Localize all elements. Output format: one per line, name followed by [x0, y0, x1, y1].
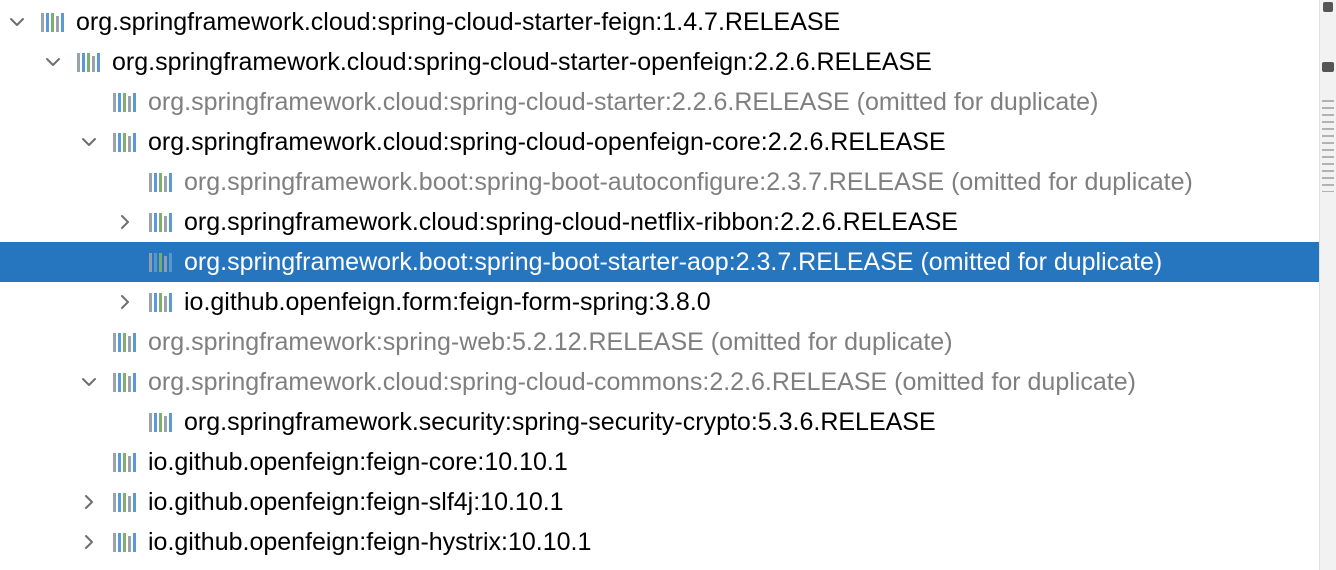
tree-node-label: org.springframework.cloud:spring-cloud-o…: [148, 128, 946, 156]
library-icon: [40, 11, 68, 33]
library-icon: [112, 531, 140, 553]
library-icon: [112, 491, 140, 513]
tree-node-label: org.springframework.boot:spring-boot-aut…: [184, 168, 1193, 196]
tree-node-label: org.springframework:spring-web:5.2.12.RE…: [148, 328, 953, 356]
tree-node[interactable]: io.github.openfeign:feign-core:10.10.1: [0, 442, 1320, 482]
chevron-right-icon[interactable]: [78, 531, 100, 553]
tool-window-icon[interactable]: [1322, 62, 1334, 72]
tree-node[interactable]: org.springframework.cloud:spring-cloud-s…: [0, 42, 1320, 82]
tree-node[interactable]: org.springframework.boot:spring-boot-sta…: [0, 242, 1320, 282]
tree-node-label: org.springframework.cloud:spring-cloud-c…: [148, 368, 1136, 396]
dependency-tree[interactable]: org.springframework.cloud:spring-cloud-s…: [0, 0, 1320, 570]
tree-node[interactable]: org.springframework.cloud:spring-cloud-o…: [0, 122, 1320, 162]
tree-node[interactable]: org.springframework.cloud:spring-cloud-s…: [0, 82, 1320, 122]
tree-node-label: io.github.openfeign:feign-hystrix:10.10.…: [148, 528, 592, 556]
tool-window-icon[interactable]: [1323, 2, 1333, 12]
tree-node-label: io.github.openfeign:feign-core:10.10.1: [148, 448, 568, 476]
library-icon: [112, 371, 140, 393]
library-icon: [148, 291, 176, 313]
tree-node[interactable]: org.springframework.cloud:spring-cloud-n…: [0, 202, 1320, 242]
library-icon: [112, 451, 140, 473]
tree-node-label: io.github.openfeign:feign-slf4j:10.10.1: [148, 488, 564, 516]
tree-node-label: org.springframework.cloud:spring-cloud-s…: [148, 88, 1099, 116]
tree-node[interactable]: org.springframework.boot:spring-boot-aut…: [0, 162, 1320, 202]
tree-node[interactable]: io.github.openfeign:feign-slf4j:10.10.1: [0, 482, 1320, 522]
tree-node[interactable]: org.springframework.security:spring-secu…: [0, 402, 1320, 442]
library-icon: [148, 411, 176, 433]
chevron-down-icon[interactable]: [6, 11, 28, 33]
library-icon: [76, 51, 104, 73]
tree-node[interactable]: io.github.openfeign.form:feign-form-spri…: [0, 282, 1320, 322]
library-icon: [148, 251, 176, 273]
tree-node-label: org.springframework.boot:spring-boot-sta…: [184, 248, 1163, 276]
chevron-right-icon[interactable]: [114, 211, 136, 233]
tree-node-label: io.github.openfeign.form:feign-form-spri…: [184, 288, 711, 316]
tree-node[interactable]: org.springframework.cloud:spring-cloud-s…: [0, 2, 1320, 42]
library-icon: [112, 91, 140, 113]
chevron-down-icon[interactable]: [42, 51, 64, 73]
chevron-right-icon[interactable]: [114, 291, 136, 313]
tree-node-label: org.springframework.cloud:spring-cloud-n…: [184, 208, 958, 236]
tree-node[interactable]: org.springframework.cloud:spring-cloud-c…: [0, 362, 1320, 402]
tree-node[interactable]: org.springframework:spring-web:5.2.12.RE…: [0, 322, 1320, 362]
chevron-right-icon[interactable]: [78, 491, 100, 513]
side-tool-strip[interactable]: [1319, 0, 1336, 570]
tool-window-tab[interactable]: [1322, 100, 1334, 192]
tree-node[interactable]: io.github.openfeign:feign-hystrix:10.10.…: [0, 522, 1320, 562]
tree-node-label: org.springframework.security:spring-secu…: [184, 408, 936, 436]
chevron-down-icon[interactable]: [78, 371, 100, 393]
tree-node-label: org.springframework.cloud:spring-cloud-s…: [76, 8, 841, 36]
library-icon: [148, 171, 176, 193]
chevron-down-icon[interactable]: [78, 131, 100, 153]
library-icon: [148, 211, 176, 233]
library-icon: [112, 331, 140, 353]
library-icon: [112, 131, 140, 153]
tree-node-label: org.springframework.cloud:spring-cloud-s…: [112, 48, 932, 76]
